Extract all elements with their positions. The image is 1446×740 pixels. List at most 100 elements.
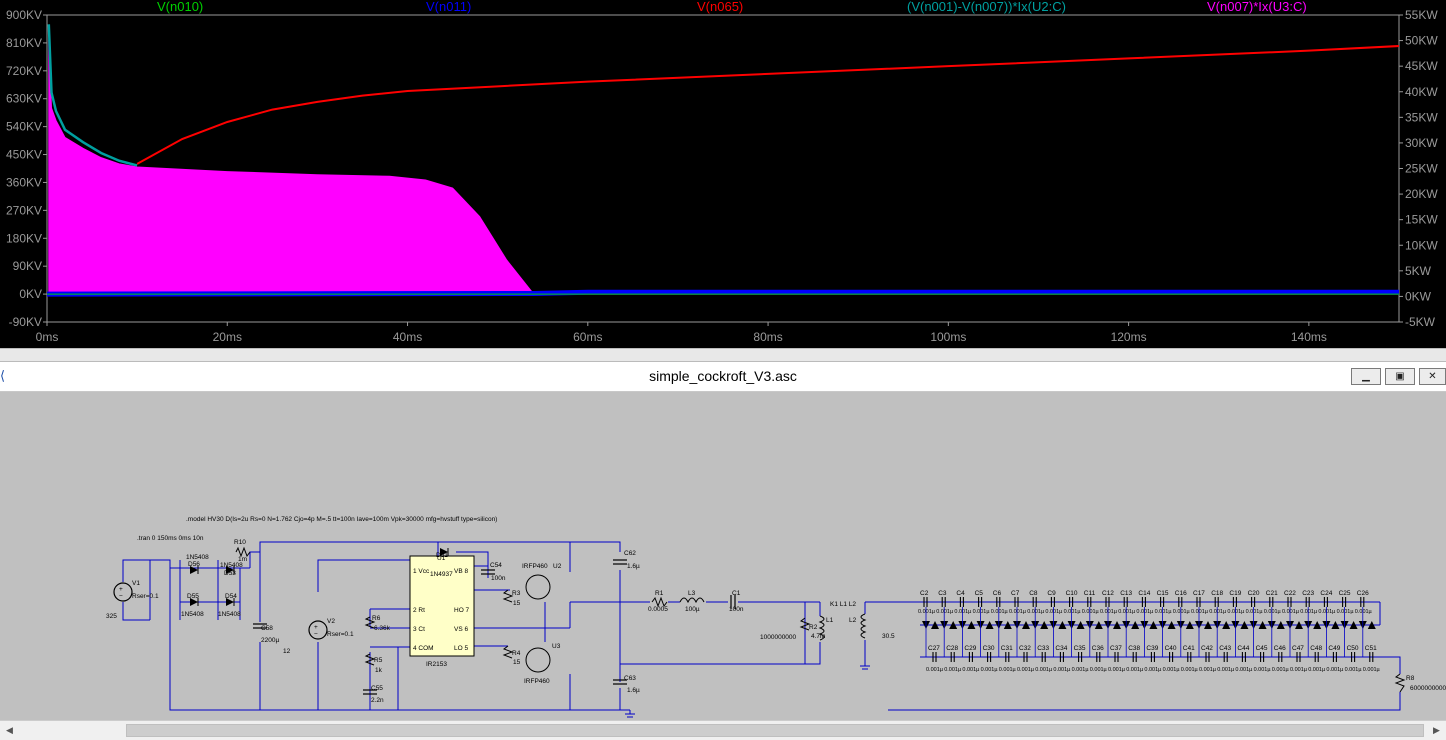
ladder-bottom-cap-label: C47 — [1292, 645, 1304, 652]
scroll-left-icon: ◀ — [6, 725, 13, 735]
ladder-bottom-cap-label: C40 — [1165, 645, 1177, 652]
u1-pin6: VS 6 — [454, 626, 468, 633]
ladder-top-cap-label: C5 — [975, 590, 984, 597]
restore-button[interactable]: ▣ — [1385, 368, 1415, 385]
ladder-top-cap-value: 0.001µ — [1045, 609, 1063, 615]
c58-value: 2200µ — [261, 637, 279, 644]
minimize-button[interactable]: ▁ — [1351, 368, 1381, 385]
scrollbar-thumb[interactable] — [126, 724, 1424, 737]
c55-value: 2.2n — [371, 697, 384, 704]
u3-part: IRFP460 — [524, 678, 550, 685]
ladder-bottom-cap-label: C44 — [1237, 645, 1249, 652]
pane-splitter[interactable] — [0, 348, 1446, 362]
c63-label: C63 — [624, 675, 636, 682]
r2-big-value: 1000000000 — [760, 634, 797, 641]
r4-label: R4 — [512, 650, 521, 657]
ladder-top-cap-label: C16 — [1175, 590, 1187, 597]
svg-text:+: + — [119, 586, 123, 593]
r8-label: R8 — [1406, 675, 1415, 682]
ladder-bottom-cap-value: 0.001µ — [1181, 667, 1199, 673]
v1-value: 325 — [106, 613, 117, 620]
schematic-drawing[interactable]: +− +− C20.001µC270.001µC30.001µC280.001µ… — [0, 392, 1446, 720]
restore-icon: ▣ — [1395, 371, 1405, 382]
right-tick-label: 0KW — [1405, 289, 1432, 303]
u1-pin2: 2 Rt — [413, 607, 425, 614]
ladder-bottom-cap-value: 0.001µ — [1345, 667, 1363, 673]
left-tick-label: 90KV — [13, 259, 42, 273]
left-tick-label: 360KV — [6, 175, 42, 189]
scroll-left-button[interactable]: ◀ — [1, 723, 18, 738]
ladder-top-cap-label: C17 — [1193, 590, 1205, 597]
right-tick-label: 25KW — [1405, 162, 1438, 176]
left-tick-label: 180KV — [6, 231, 42, 245]
ladder-bottom-cap-value: 0.001µ — [1053, 667, 1071, 673]
scroll-right-icon: ▶ — [1433, 725, 1440, 735]
voltage-source-v1[interactable]: +− — [113, 582, 133, 602]
ladder-bottom-cap-value: 0.001µ — [1126, 667, 1144, 673]
voltage-source-v2[interactable]: +− — [308, 620, 328, 640]
ladder-bottom-cap-label: C29 — [964, 645, 976, 652]
c62-value: 1.6µ — [627, 563, 640, 570]
series-n065 — [136, 45, 1399, 165]
svg-text:+: + — [314, 624, 318, 631]
ladder-top-cap-label: C6 — [993, 590, 1002, 597]
ladder-top-cap-value: 0.001µ — [1318, 609, 1336, 615]
left-tick-label: 270KV — [6, 203, 42, 217]
close-button[interactable]: ✕ — [1419, 368, 1446, 385]
c1-value: 100n — [729, 606, 744, 613]
ladder-top-cap-label: C10 — [1066, 590, 1078, 597]
ladder-top-cap-label: C8 — [1029, 590, 1038, 597]
left-tick-label: 810KV — [6, 36, 42, 50]
schematic-window-titlebar[interactable]: ⟨ simple_cockroft_V3.asc ▁ ▣ ✕ — [0, 362, 1446, 392]
trace-label-u2-power[interactable]: (V(n001)-V(n007))*Ix(U2:C) — [907, 0, 1066, 14]
ladder-top-cap-value: 0.001µ — [1355, 609, 1373, 615]
ladder-top-cap-value: 0.001µ — [1191, 609, 1209, 615]
ladder-top-cap-value: 0.001µ — [973, 609, 991, 615]
scroll-right-button[interactable]: ▶ — [1428, 723, 1445, 738]
svg-text:−: − — [119, 593, 123, 600]
x-tick-label: 60ms — [573, 330, 602, 344]
k1-directive: K1 L1 L2 — [830, 601, 856, 608]
u1-pin3: 3 Ct — [413, 626, 425, 633]
v2-rser: Rser=0.1 — [327, 631, 354, 638]
ladder-bottom-cap-value: 0.001µ — [1254, 667, 1272, 673]
u2-label: U2 — [553, 563, 562, 570]
x-tick-label: 140ms — [1291, 330, 1327, 344]
trace-label-n010[interactable]: V(n010) — [157, 0, 203, 14]
ladder-top-cap-label: C25 — [1339, 590, 1351, 597]
ladder-bottom-cap-label: C32 — [1019, 645, 1031, 652]
l3-label: L3 — [688, 590, 696, 597]
ladder-bottom-cap-value: 0.001µ — [1072, 667, 1090, 673]
trace-label-n065[interactable]: V(n065) — [697, 0, 743, 14]
waveform-plot-pane[interactable]: 900KV 810KV 720KV 630KV 540KV 450KV 360KV 270KV… — [0, 0, 1446, 348]
r1-value: 0.0005 — [648, 606, 668, 613]
c1-label: C1 — [732, 590, 741, 597]
ladder-top-cap-label: C3 — [938, 590, 947, 597]
ladder-top-cap-label: C15 — [1157, 590, 1169, 597]
ladder-bottom-cap-label: C46 — [1274, 645, 1286, 652]
ladder-top-cap-label: C18 — [1211, 590, 1223, 597]
ladder-top-cap-label: C7 — [1011, 590, 1020, 597]
u2-part: IRFP460 — [522, 563, 548, 570]
v1-label: V1 — [132, 580, 140, 587]
series-u3-power-envelope — [48, 39, 1399, 295]
c63-value: 1.6µ — [627, 687, 640, 694]
mosfet-u2[interactable] — [525, 574, 551, 600]
d54-label: D54 — [225, 593, 237, 600]
mosfet-u3[interactable] — [525, 647, 551, 673]
tran-directive[interactable]: .tran 0 150ms 0ms 10n — [137, 535, 204, 542]
schematic-canvas[interactable]: + − + − C2 0.001µ C27 0.001µ C3 0.001µ C… — [0, 392, 1446, 720]
d51-part: 1N4937 — [430, 571, 453, 578]
trace-label-n011[interactable]: V(n011) — [426, 0, 471, 14]
model-directive[interactable]: .model HV30 D(Is=2u Rs=0 N=1.762 Cjo=4p … — [186, 516, 497, 523]
x-tick-label: 20ms — [213, 330, 242, 344]
left-tick-label: 900KV — [6, 8, 42, 22]
ladder-top-cap-value: 0.001µ — [1136, 609, 1154, 615]
horizontal-scrollbar[interactable]: ◀ ▶ — [0, 720, 1446, 740]
ladder-bottom-cap-label: C33 — [1037, 645, 1049, 652]
minimize-icon: ▁ — [1362, 371, 1370, 382]
waveform-chart[interactable]: 900KV 810KV 720KV 630KV 540KV 450KV 360KV 270KV… — [0, 0, 1446, 348]
trace-label-u3-power[interactable]: V(n007)*Ix(U3:C) — [1207, 0, 1307, 14]
right-tick-label: 40KW — [1405, 85, 1438, 99]
x-tick-label: 40ms — [393, 330, 422, 344]
